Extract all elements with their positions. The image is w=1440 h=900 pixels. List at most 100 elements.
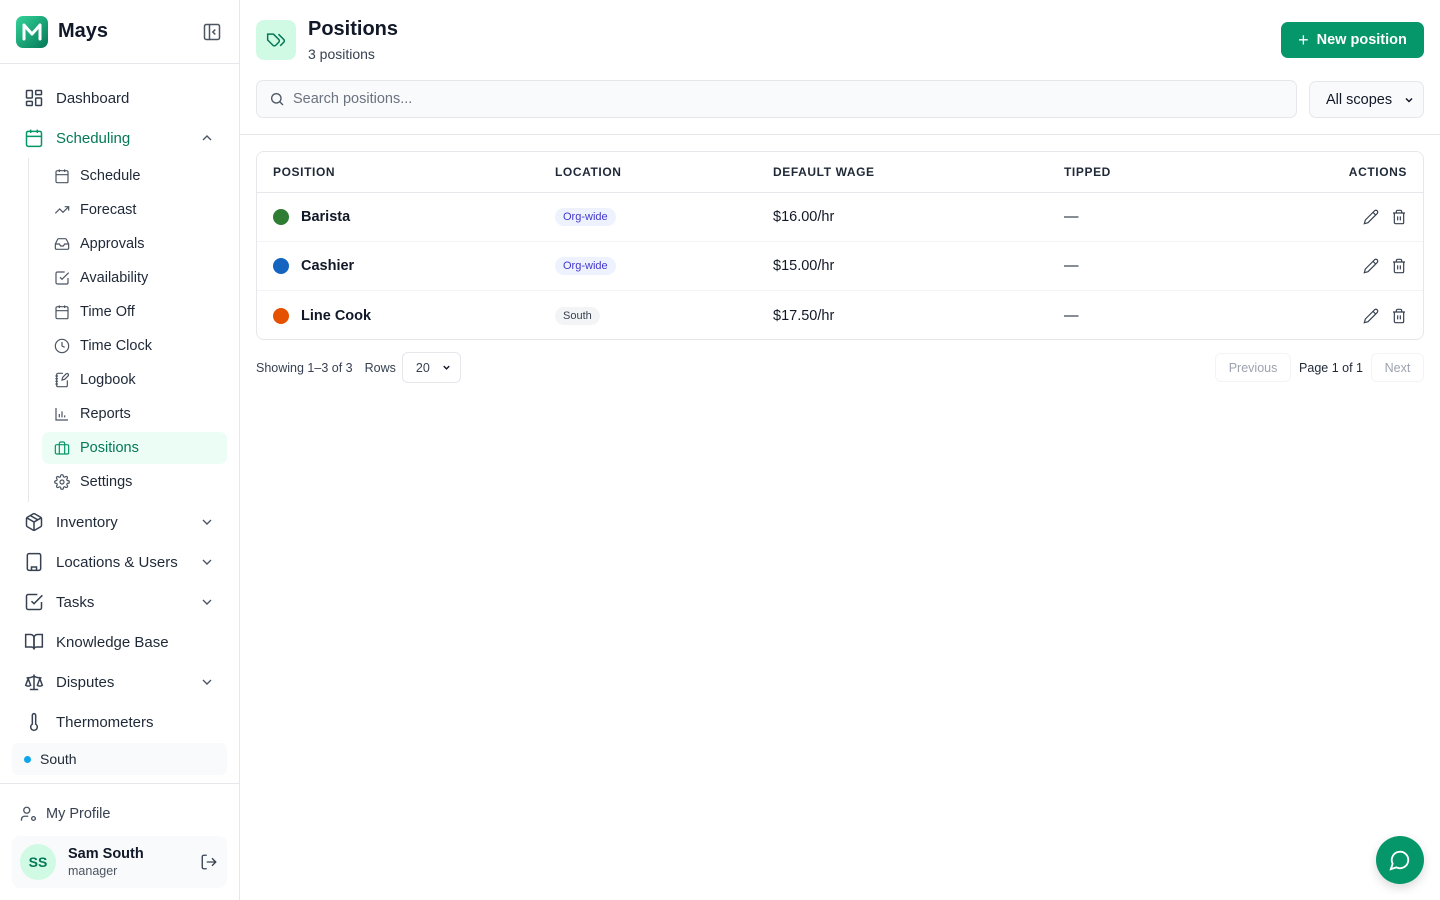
table-body: Barista Org-wide $16.00/hr — Cashier Org… <box>257 193 1423 339</box>
trash-icon[interactable] <box>1391 258 1407 274</box>
logout-icon[interactable] <box>199 852 219 872</box>
sidebar-item-label: Forecast <box>80 202 137 218</box>
sidebar-item-label: Reports <box>80 406 131 422</box>
book-open-icon <box>24 632 44 652</box>
message-circle-icon <box>1389 850 1410 871</box>
location-badge: South <box>555 306 600 325</box>
row-actions <box>1363 308 1407 324</box>
sidebar-item-label: Approvals <box>80 236 145 252</box>
notebook-pen-icon <box>54 372 70 388</box>
plus-icon: + <box>1298 30 1309 50</box>
sidebar-item-logbook[interactable]: Logbook <box>42 364 227 396</box>
chevron-up-icon <box>199 130 215 146</box>
gear-icon <box>54 474 70 490</box>
sidebar-item-label: Settings <box>80 474 133 490</box>
nav-item-thermometers[interactable]: Thermometers <box>12 702 227 742</box>
column-header-tipped[interactable]: Tipped <box>1064 165 1111 179</box>
collapse-sidebar-icon[interactable] <box>201 21 223 43</box>
positions-table: Position Location Default Wage Tipped Ac… <box>256 151 1424 340</box>
sidebar-item-forecast[interactable]: Forecast <box>42 194 227 226</box>
mays-logo-icon[interactable] <box>16 15 48 48</box>
page-indicator: Page 1 of 1 <box>1299 360 1363 375</box>
chat-button[interactable] <box>1376 836 1424 884</box>
sidebar-item-time-clock[interactable]: Time Clock <box>42 330 227 362</box>
new-position-label: New position <box>1316 32 1407 48</box>
nav-label: Thermometers <box>56 713 154 731</box>
default-wage: $17.50/hr <box>773 307 835 324</box>
sidebar-item-approvals[interactable]: Approvals <box>42 228 227 260</box>
rows-per-page-value: 20 <box>415 360 430 375</box>
nav-label: Tasks <box>56 593 95 611</box>
column-header-location[interactable]: Location <box>555 165 622 179</box>
avatar: SS <box>20 844 56 880</box>
nav-item-dashboard[interactable]: Dashboard <box>12 78 227 118</box>
sidebar-item-label: Availability <box>80 270 149 286</box>
scope-value: All scopes <box>1326 91 1393 108</box>
default-wage: $15.00/hr <box>773 258 835 274</box>
nav-item-scheduling[interactable]: Scheduling <box>12 118 227 158</box>
edit-pencil-icon[interactable] <box>1363 308 1379 324</box>
rows-per-page-select[interactable]: 20 <box>401 352 461 383</box>
location-selector[interactable]: South <box>12 743 227 775</box>
sidebar-item-label: Logbook <box>80 372 136 388</box>
nav-item-knowledge-base[interactable]: Knowledge Base <box>12 622 227 662</box>
new-position-button[interactable]: + New position <box>1281 22 1424 58</box>
scheduling-subnav: Schedule Forecast Approvals Availability… <box>28 158 227 502</box>
scale-icon <box>24 672 44 692</box>
nav-item-tasks[interactable]: Tasks <box>12 582 227 622</box>
position-color-dot <box>273 307 289 324</box>
package-icon <box>24 512 44 532</box>
chevron-down-icon <box>441 362 452 373</box>
briefcase-icon <box>54 440 70 456</box>
sidebar-item-label: Positions <box>80 440 139 456</box>
row-actions <box>1363 209 1407 225</box>
sidebar-item-time-off[interactable]: Time Off <box>42 296 227 328</box>
nav-label: Dashboard <box>56 89 130 107</box>
clock-icon <box>54 338 70 354</box>
sidebar-divider <box>0 783 239 784</box>
nav-label: Locations & Users <box>56 553 178 571</box>
position-cell: Line Cook <box>273 307 371 324</box>
trash-icon[interactable] <box>1391 308 1407 324</box>
nav-item-disputes[interactable]: Disputes <box>12 662 227 702</box>
table-row[interactable]: Line Cook South $17.50/hr — <box>257 291 1423 339</box>
column-header-position[interactable]: Position <box>273 165 335 179</box>
sidebar-item-schedule[interactable]: Schedule <box>42 160 227 192</box>
rows-label: Rows <box>364 360 396 375</box>
nav-label: Inventory <box>56 513 118 531</box>
sidebar: Mays Dashboard Scheduling Schedule Forec… <box>0 0 240 900</box>
pager: Previous Page 1 of 1 Next <box>1215 353 1424 382</box>
table-row[interactable]: Cashier Org-wide $15.00/hr — <box>257 242 1423 291</box>
tipped-value: — <box>1064 209 1079 225</box>
edit-pencil-icon[interactable] <box>1363 209 1379 225</box>
sidebar-item-positions[interactable]: Positions <box>42 432 227 464</box>
sidebar-item-label: Time Clock <box>80 338 152 354</box>
nav-label: Scheduling <box>56 129 131 147</box>
main-nav: Dashboard Scheduling Schedule Forecast A <box>0 64 239 742</box>
previous-page-button[interactable]: Previous <box>1215 353 1292 382</box>
trash-icon[interactable] <box>1391 209 1407 225</box>
position-cell: Barista <box>273 209 350 225</box>
tipped-value: — <box>1064 258 1079 274</box>
calendar-icon <box>54 168 70 184</box>
search-icon <box>269 91 285 107</box>
sidebar-item-reports[interactable]: Reports <box>42 398 227 430</box>
next-page-button[interactable]: Next <box>1371 353 1424 382</box>
check-square-icon <box>54 270 70 286</box>
tipped-value: — <box>1064 307 1079 324</box>
table-row[interactable]: Barista Org-wide $16.00/hr — <box>257 193 1423 242</box>
column-header-default-wage[interactable]: Default Wage <box>773 165 875 179</box>
sidebar-item-availability[interactable]: Availability <box>42 262 227 294</box>
my-profile-link[interactable]: My Profile <box>12 800 118 828</box>
scope-select[interactable]: All scopes <box>1309 81 1424 118</box>
position-name: Cashier <box>301 258 355 274</box>
search-input[interactable] <box>293 91 1273 107</box>
my-profile-label: My Profile <box>46 806 111 822</box>
page-subtitle: 3 positions <box>308 46 375 62</box>
nav-item-locations-users[interactable]: Locations & Users <box>12 542 227 582</box>
position-cell: Cashier <box>273 258 354 274</box>
nav-item-inventory[interactable]: Inventory <box>12 502 227 542</box>
edit-pencil-icon[interactable] <box>1363 258 1379 274</box>
main-content: Positions 3 positions + New position All… <box>240 0 1440 900</box>
sidebar-item-settings[interactable]: Settings <box>42 466 227 498</box>
